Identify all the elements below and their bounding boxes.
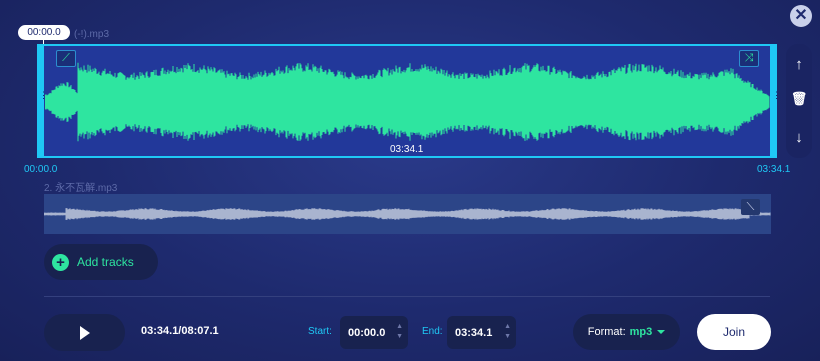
- playhead-time: 00:00.0: [18, 25, 70, 40]
- shuffle-icon: ⤨: [744, 52, 754, 64]
- join-button[interactable]: Join: [697, 314, 771, 350]
- divider: [44, 296, 770, 297]
- track-1-start-time: 00:00.0: [24, 164, 58, 175]
- format-value: mp3: [629, 326, 653, 338]
- fade-in-icon: ⟋: [62, 52, 70, 64]
- start-label: Start:: [308, 326, 332, 337]
- plus-icon: +: [52, 253, 69, 271]
- delete-button[interactable]: 🗑: [786, 91, 812, 107]
- format-label: Format:: [587, 326, 626, 338]
- end-label: End:: [422, 326, 443, 337]
- arrow-up-icon: ↑: [795, 56, 803, 73]
- start-time-spinner[interactable]: ▲ ▼: [396, 322, 403, 342]
- track-2-waveform: [44, 208, 771, 220]
- fade-out-icon: ⟍: [746, 201, 755, 213]
- track-1-right-handle[interactable]: ⋮: [770, 44, 781, 158]
- playback-progress: 03:34.1/08:07.1: [141, 325, 219, 337]
- play-icon: [79, 325, 90, 340]
- fade-out-button[interactable]: ⟍: [741, 199, 760, 215]
- waveform-path: [44, 208, 771, 220]
- format-dropdown[interactable]: Format: mp3: [573, 314, 680, 350]
- add-tracks-button[interactable]: + Add tracks: [44, 244, 158, 280]
- move-up-button[interactable]: ↑: [786, 56, 812, 73]
- track-2-name: 2. 永不瓦解.mp3: [44, 183, 118, 194]
- fade-in-button[interactable]: ⟋: [56, 50, 76, 67]
- track-1-name: (-!).mp3: [74, 29, 109, 40]
- track-1-end-time: 03:34.1: [757, 164, 791, 175]
- track-1-left-handle[interactable]: ⋮: [37, 44, 48, 158]
- add-tracks-label: Add tracks: [77, 255, 134, 269]
- arrow-down-icon: ↓: [795, 129, 803, 146]
- track-1-waveform: [45, 62, 770, 142]
- end-time-spinner[interactable]: ▲ ▼: [504, 322, 511, 342]
- start-time-value: 00:00.0: [348, 326, 386, 339]
- end-time-field[interactable]: 03:34.1 ▲ ▼: [447, 316, 516, 349]
- end-time-value: 03:34.1: [455, 326, 493, 339]
- play-button[interactable]: [44, 314, 125, 351]
- close-icon: ✕: [794, 7, 808, 24]
- waveform-path: [45, 62, 770, 142]
- close-button[interactable]: ✕: [790, 5, 812, 27]
- trash-icon: 🗑: [790, 91, 808, 106]
- start-time-field[interactable]: 00:00.0 ▲ ▼: [340, 316, 408, 349]
- chevron-down-icon: [657, 330, 666, 334]
- shuffle-button[interactable]: ⤨: [739, 50, 759, 67]
- track-1-duration: 03:34.1: [390, 144, 424, 155]
- move-down-button[interactable]: ↓: [786, 129, 812, 146]
